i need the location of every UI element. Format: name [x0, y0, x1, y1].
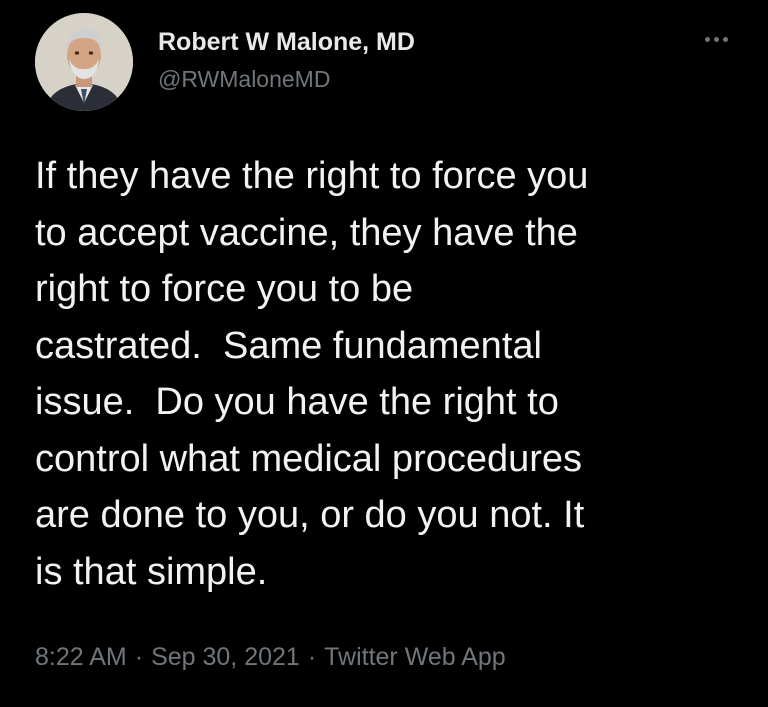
tweet-text-line: to accept vaccine, they have the — [35, 211, 578, 254]
separator-dot: · — [134, 643, 144, 671]
tweet-time[interactable]: 8:22 AM — [35, 643, 127, 671]
tweet-text-line: are done to you, or do you not. It — [35, 494, 585, 536]
tweet-text-line: is that simple. — [35, 550, 268, 593]
tweet-date[interactable]: Sep 30, 2021 — [151, 643, 300, 671]
tweet-text-line: issue. Do you have the right to — [35, 381, 559, 423]
more-dot — [704, 36, 710, 42]
more-dot — [722, 36, 728, 42]
tweet-text: If they have the right to force you to a… — [35, 148, 750, 600]
profile-photo-icon — [35, 13, 133, 111]
tweet-text-line: control what medical procedures — [35, 437, 583, 480]
tweet-text-line: right to force you to be — [35, 268, 414, 310]
separator-dot: · — [307, 643, 317, 671]
tweet-text-line: castrated. Same fundamental — [35, 324, 542, 367]
tweet-metadata: 8:22 AM · Sep 30, 2021 · Twitter Web App — [35, 643, 506, 672]
author-display-name[interactable]: Robert W Malone, MD — [158, 28, 415, 57]
more-horizontal-icon[interactable] — [696, 26, 736, 52]
tweet-text-line: If they have the right to force you — [35, 155, 589, 197]
author-avatar[interactable] — [35, 13, 133, 111]
more-dot — [713, 36, 719, 42]
author-handle[interactable]: @RWMaloneMD — [158, 66, 330, 93]
tweet-card: Robert W Malone, MD @RWMaloneMD If they … — [0, 0, 768, 707]
tweet-source-link[interactable]: Twitter Web App — [324, 643, 506, 671]
